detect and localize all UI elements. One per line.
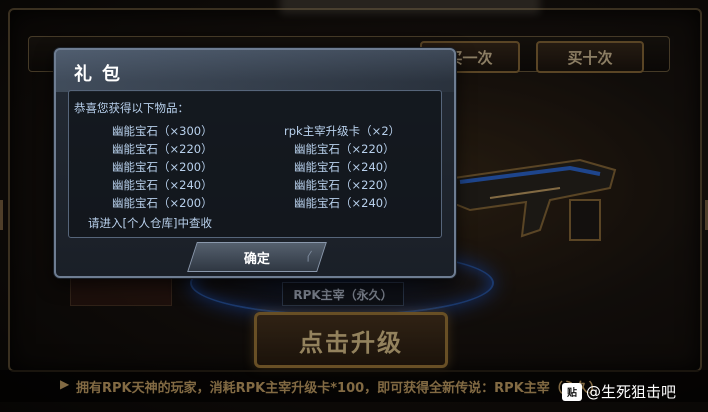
reward-item: 幽能宝石（×220） <box>112 142 213 156</box>
reward-list-left: 幽能宝石（×300） 幽能宝石（×220） 幽能宝石（×200） 幽能宝石（×2… <box>112 122 213 212</box>
reward-item: 幽能宝石（×300） <box>112 124 213 138</box>
reward-item: 幽能宝石（×200） <box>112 196 213 210</box>
chevron-deco-icon: ⟨ <box>304 249 314 263</box>
confirm-button[interactable]: 确定 ⟨ <box>187 242 327 272</box>
confirm-button-label: 确定 <box>243 251 270 267</box>
watermark: 贴 @生死狙击吧 <box>562 381 676 402</box>
reward-item: 幽能宝石（×220） <box>294 142 395 156</box>
reward-list-right: rpk主宰升级卡（×2） 幽能宝石（×220） 幽能宝石（×240） 幽能宝石（… <box>284 122 400 212</box>
dialog-title: 礼包 <box>74 64 130 85</box>
reward-item: 幽能宝石（×240） <box>112 178 213 192</box>
reward-item: 幽能宝石（×220） <box>294 178 395 192</box>
reward-item: 幽能宝石（×240） <box>294 196 395 210</box>
warehouse-note: 请进入[个人仓库]中查收 <box>88 216 212 230</box>
game-screen: 买一次 买十次 RPK主宰（永久） 点击升级 ▶ 拥有RPK天神的玩家，消耗RP… <box>0 0 708 412</box>
reward-item: 幽能宝石（×200） <box>112 160 213 174</box>
gift-pack-dialog: 礼包 恭喜您获得以下物品： 幽能宝石（×300） 幽能宝石（×220） 幽能宝石… <box>54 48 456 278</box>
congrats-text: 恭喜您获得以下物品： <box>74 101 189 115</box>
watermark-text: @生死狙击吧 <box>586 383 677 401</box>
reward-item: 幽能宝石（×240） <box>294 160 395 174</box>
tieba-logo-icon: 贴 <box>562 382 582 401</box>
reward-item: rpk主宰升级卡（×2） <box>284 124 401 138</box>
